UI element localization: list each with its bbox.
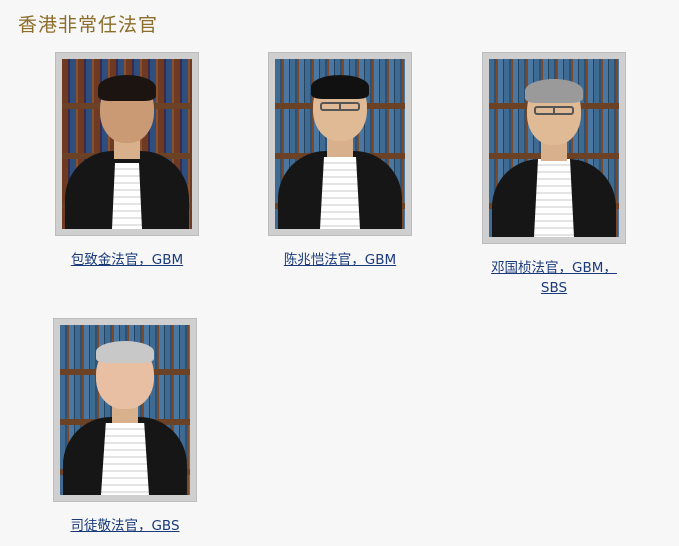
judge-name-link[interactable]: 陈兆恺法官，GBM [255, 250, 425, 270]
judge-photo-frame[interactable] [55, 52, 199, 236]
judge-name-line: 陈兆恺法官，GBM [283, 252, 397, 268]
judge-name-link[interactable]: 邓国桢法官，GBM， SBS [469, 258, 639, 298]
judge-photo-frame[interactable] [268, 52, 412, 236]
judge-portrait-icon [62, 59, 192, 229]
judge-photo-frame[interactable] [482, 52, 626, 244]
judge-portrait-icon [489, 59, 619, 237]
judges-page: 香港非常任法官 包致金法官，GBM 陈兆恺法官，GBM 邓国桢法官，GBM， S… [0, 0, 679, 546]
judge-name-line: SBS [540, 280, 568, 296]
judge-name-line: 邓国桢法官，GBM， [491, 260, 617, 276]
judge-name-line: 司徒敬法官，GBS [70, 518, 180, 534]
page-title: 香港非常任法官 [18, 14, 159, 36]
judge-name-link[interactable]: 司徒敬法官，GBS [40, 516, 210, 536]
judge-card: 陈兆恺法官，GBM [255, 52, 425, 270]
judge-card: 邓国桢法官，GBM， SBS [469, 52, 639, 298]
judge-name-line: 包致金法官，GBM [70, 252, 184, 268]
judge-photo-frame[interactable] [53, 318, 197, 502]
judge-name-link[interactable]: 包致金法官，GBM [42, 250, 212, 270]
judge-card: 司徒敬法官，GBS [40, 318, 210, 536]
judge-card: 包致金法官，GBM [42, 52, 212, 270]
judge-portrait-icon [275, 59, 405, 229]
judge-portrait-icon [60, 325, 190, 495]
